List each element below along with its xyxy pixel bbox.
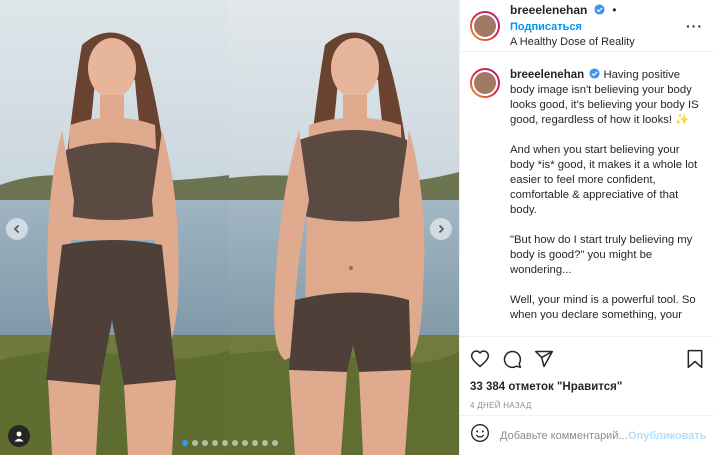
post-actions: 33 384 отметок "Нравится" 4 ДНЕЙ НАЗАД <box>460 336 713 410</box>
send-icon <box>534 350 554 367</box>
carousel-dot <box>191 440 198 446</box>
comment-button[interactable] <box>502 349 522 374</box>
carousel-dot <box>261 440 268 446</box>
carousel-dot <box>201 440 208 446</box>
caption-text: breeelenehan Having positive body image … <box>510 68 703 320</box>
publish-button[interactable]: Опубликовать <box>628 430 707 442</box>
save-button[interactable] <box>686 349 704 374</box>
caption-paragraph: "But how do I start truly believing my b… <box>510 234 693 276</box>
carousel-dot <box>181 440 188 446</box>
carousel-dot <box>211 440 218 446</box>
avatar[interactable] <box>470 10 500 41</box>
carousel-dot <box>251 440 258 446</box>
likes-count[interactable]: 33 384 отметок "Нравится" <box>470 381 704 393</box>
caption-paragraph: Well, your mind is a powerful tool. So w… <box>510 294 696 320</box>
chevron-right-icon <box>438 224 445 234</box>
carousel-indicator <box>0 440 459 446</box>
user-icon <box>14 431 24 442</box>
emoji-button[interactable] <box>470 423 490 448</box>
post-media[interactable] <box>0 0 459 455</box>
previous-slide-button[interactable] <box>6 218 28 240</box>
username-link[interactable]: breeelenehan <box>510 3 587 17</box>
photo-before <box>0 0 230 455</box>
carousel-dot <box>221 440 228 446</box>
chevron-left-icon <box>13 224 20 234</box>
caption-area: breeelenehan Having positive body image … <box>460 52 713 320</box>
heart-icon <box>470 349 490 368</box>
more-options-button[interactable]: ··· <box>686 18 703 34</box>
post-header: breeelenehan • Подписаться A Healthy Dos… <box>460 0 713 52</box>
caption-username-link[interactable]: breeelenehan <box>510 69 584 81</box>
carousel-dot <box>271 440 278 446</box>
comment-input[interactable] <box>500 429 628 442</box>
caption-paragraph: And when you start believing your body *… <box>510 144 698 216</box>
carousel-dot <box>241 440 248 446</box>
next-slide-button[interactable] <box>430 218 452 240</box>
post-timestamp[interactable]: 4 ДНЕЙ НАЗАД <box>470 401 704 410</box>
location-link[interactable]: A Healthy Dose of Reality <box>510 35 686 50</box>
share-button[interactable] <box>534 349 554 374</box>
avatar[interactable] <box>470 68 500 98</box>
comment-bar: Опубликовать <box>460 415 713 455</box>
photo-after <box>229 0 459 455</box>
comment-icon <box>503 350 522 368</box>
bookmark-icon <box>687 349 703 368</box>
more-horizontal-icon: ··· <box>686 17 703 34</box>
follow-button[interactable]: Подписаться <box>510 21 582 33</box>
verified-badge-icon <box>594 3 605 15</box>
post-sidebar: breeelenehan • Подписаться A Healthy Dos… <box>459 0 713 455</box>
like-button[interactable] <box>470 349 490 374</box>
verified-badge-icon <box>589 68 600 79</box>
carousel-dot <box>231 440 238 446</box>
tagged-users-button[interactable] <box>8 425 30 447</box>
emoji-icon <box>471 424 489 442</box>
